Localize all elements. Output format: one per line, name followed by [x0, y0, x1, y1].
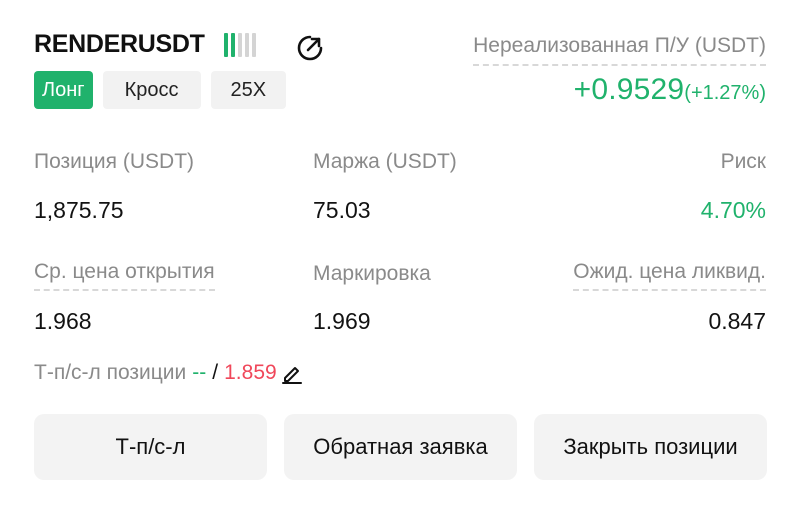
mark-price-label: Маркировка [313, 262, 431, 285]
tpsl-label: Т-п/с-л позиции [34, 361, 187, 384]
avg-open-price-value: 1.968 [34, 308, 92, 334]
tpsl-separator: / [212, 361, 219, 384]
position-tpsl-row: Т-п/с-л позиции -- / 1.859 [34, 361, 304, 385]
signal-bar [238, 33, 242, 57]
liquidation-price-value: 0.847 [708, 308, 766, 334]
side-tag: Лонг [34, 71, 93, 109]
risk-value: 4.70% [700, 197, 766, 223]
liquidation-price-label[interactable]: Ожид. цена ликвид. [573, 260, 766, 291]
signal-bar [252, 33, 256, 57]
take-profit-value: -- [192, 361, 207, 384]
leverage-tag[interactable]: 25X [210, 71, 287, 109]
position-tags: Лонг Кросс 25X [34, 71, 287, 109]
pnl-percent: (+1.27%) [684, 82, 766, 104]
margin-label: Маржа (USDT) [313, 150, 457, 173]
margin-mode-tag[interactable]: Кросс [102, 71, 201, 109]
signal-bar [245, 33, 249, 57]
stop-loss-value: 1.859 [224, 361, 277, 384]
signal-bars-icon [224, 33, 256, 57]
close-position-button[interactable]: Закрыть позиции [534, 414, 767, 480]
signal-bar [224, 33, 228, 57]
avg-open-price-label[interactable]: Ср. цена открытия [34, 260, 215, 291]
risk-label: Риск [720, 150, 766, 173]
pnl-amount: +0.9529 [573, 73, 685, 106]
unrealized-pnl-label[interactable]: Нереализованная П/У (USDT) [473, 34, 766, 66]
symbol-title[interactable]: RENDERUSDT [34, 30, 205, 59]
position-label: Позиция (USDT) [34, 150, 195, 173]
reverse-order-button[interactable]: Обратная заявка [284, 414, 517, 480]
mark-price-value: 1.969 [313, 308, 371, 334]
signal-bar [231, 33, 235, 57]
tpsl-button[interactable]: Т-п/с-л [34, 414, 267, 480]
share-refresh-icon[interactable] [294, 32, 326, 64]
margin-value: 75.03 [313, 197, 371, 223]
position-value: 1,875.75 [34, 197, 124, 223]
edit-pencil-icon[interactable] [280, 361, 304, 385]
unrealized-pnl-value: +0.9529(+1.27%) [574, 73, 766, 107]
